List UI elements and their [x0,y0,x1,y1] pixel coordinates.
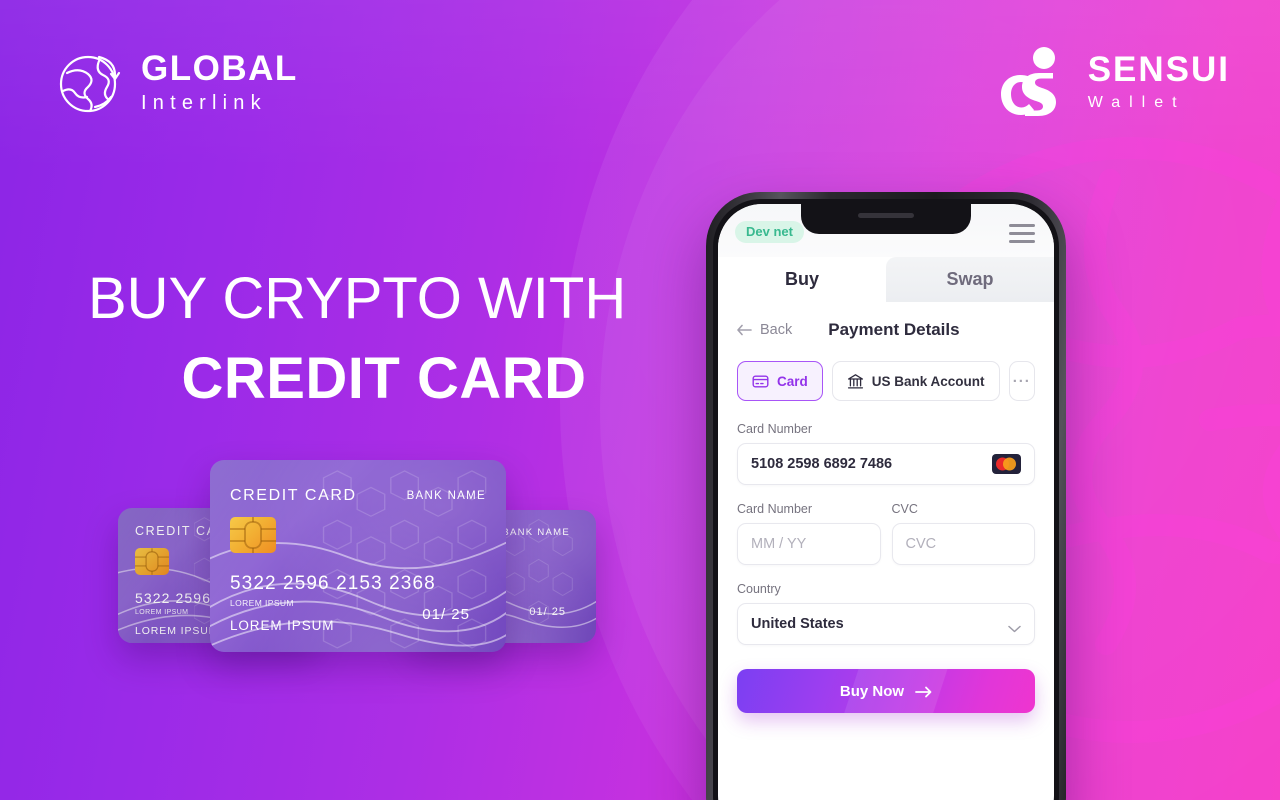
method-us-bank-account-button[interactable]: US Bank Account [831,361,1000,401]
card-bank-name: BANK NAME [502,527,570,538]
expiry-input[interactable]: MM / YY [737,523,881,565]
credit-card-front: CREDIT CARD BANK NAME 5322 2596 2153 236… [210,460,506,652]
phone-notch [801,204,971,234]
card-holder-name: LOREM IPSUM [135,625,219,637]
country-value: United States [751,616,844,632]
card-expiry: 01/ 25 [529,606,566,618]
expiry-label: Card Number [737,502,813,516]
expiry-cvc-row: Card Number MM / YY CVC CVC [737,502,1035,582]
page-title: Payment Details [828,320,960,339]
headline-line-2: CREDIT CARD [181,346,587,412]
logo-tagline: Wallet [1087,93,1186,111]
buy-now-button[interactable]: Buy Now [737,669,1035,713]
credit-cards-illustration: CREDIT CARD 5322 2596 215 LOREM IPSUM LO… [118,460,608,660]
main-tabs: Buy Swap [718,257,1054,302]
method-bank-label: US Bank Account [871,373,985,389]
phone-speaker [858,213,914,218]
card-number-label: Card Number [737,422,813,436]
buy-now-label: Buy Now [839,682,905,700]
card-title: CREDIT CARD [230,487,357,504]
card-chip-icon [230,517,276,553]
globe-icon [55,47,125,117]
tab-swap[interactable]: Swap [886,257,1054,302]
method-card-label: Card [777,373,808,389]
payment-method-selector: Card US Bank Account ··· [737,361,1035,401]
phone-screen: Dev net Buy Swap Back Payment Details Ca… [718,204,1054,800]
pane-header: Back Payment Details [737,320,1035,340]
country-select[interactable]: United States [737,603,1035,645]
headline-line-1: BUY CRYPTO WITH [88,266,627,331]
card-expiry: 01/ 25 [422,606,470,623]
tab-buy[interactable]: Buy [718,257,886,302]
sensui-wallet-logo: SENSUI Wallet [996,45,1230,117]
network-badge[interactable]: Dev net [735,221,804,243]
card-number: 5322 2596 2153 2368 [230,573,436,594]
card-holder-name: LOREM IPSUM [230,618,335,633]
bank-icon [847,373,864,390]
sensui-mark-icon [996,45,1074,117]
logo-title: SENSUI [1087,49,1230,89]
phone-bezel: Dev net Buy Swap Back Payment Details Ca… [713,199,1059,800]
card-number-input[interactable]: 5108 2598 6892 7486 [737,443,1035,485]
card-small-label: LOREM IPSUM [135,609,189,616]
country-field-group: Country United States [737,582,1035,645]
method-card-button[interactable]: Card [737,361,823,401]
credit-card-icon [752,373,769,390]
card-chip-icon [135,548,169,575]
cvc-input[interactable]: CVC [891,523,1035,565]
expiry-placeholder: MM / YY [751,536,807,552]
chevron-down-icon [1008,620,1021,633]
card-number-field-group: Card Number 5108 2598 6892 7486 [737,422,1035,485]
cvc-label: CVC [891,502,918,516]
global-interlink-logo: GLOBAL Interlink [55,47,298,117]
arrow-left-icon [737,324,752,336]
cvc-placeholder: CVC [905,536,937,552]
expiry-field-group: Card Number MM / YY [737,502,881,582]
cvc-field-group: CVC CVC [891,502,1035,582]
country-label: Country [737,582,781,596]
card-number-value: 5108 2598 6892 7486 [751,456,893,472]
logo-tagline: Interlink [141,92,267,114]
mastercard-icon [992,454,1021,474]
logo-title: GLOBAL [141,49,298,88]
back-label: Back [760,322,793,338]
hamburger-menu-icon[interactable] [1009,221,1035,243]
more-options-icon[interactable]: ··· [1008,361,1035,401]
hero-headline: BUY CRYPTO WITH CREDIT CARD [88,265,688,413]
payment-details-pane: Back Payment Details Card US Bank Accoun… [718,302,1054,713]
card-small-label: LOREM IPSUM [230,598,294,608]
phone-mockup: Dev net Buy Swap Back Payment Details Ca… [706,192,1066,800]
phone-frame: Dev net Buy Swap Back Payment Details Ca… [706,192,1066,800]
arrow-right-icon [915,685,932,698]
back-button[interactable]: Back [737,322,792,338]
card-bank-name: BANK NAME [406,490,486,502]
